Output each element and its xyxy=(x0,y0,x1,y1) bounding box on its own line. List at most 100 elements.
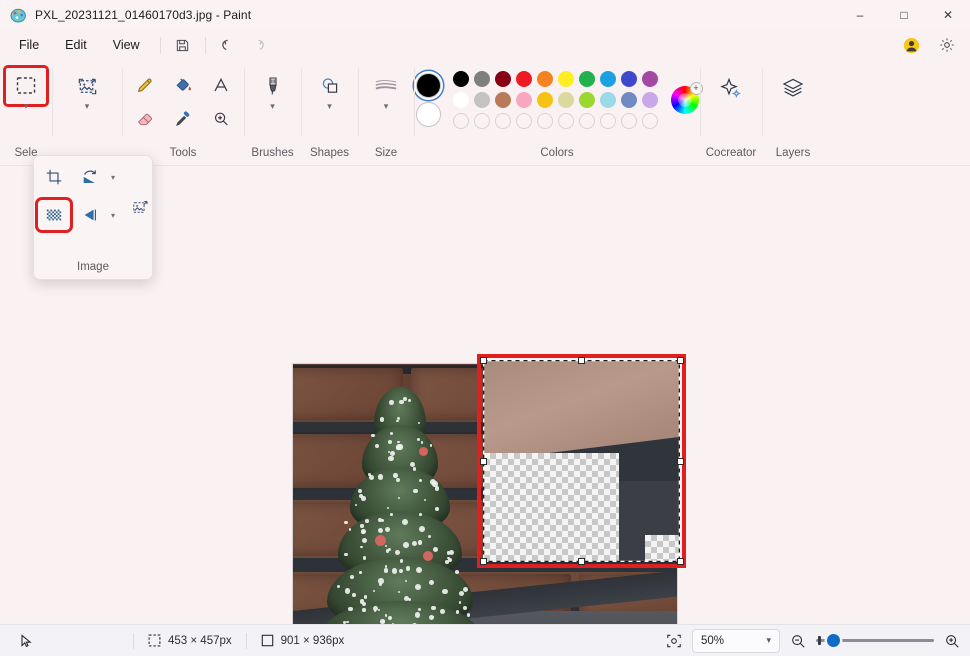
selection-handle-ne[interactable] xyxy=(677,357,684,364)
brushes-button[interactable]: ▾ xyxy=(253,68,293,111)
transparent-selection-icon[interactable] xyxy=(35,197,73,233)
color-swatch-r1-c4[interactable] xyxy=(516,70,532,87)
maximize-button[interactable]: □ xyxy=(882,0,926,30)
undo-icon[interactable] xyxy=(213,33,243,57)
color-swatch-r3-c7[interactable] xyxy=(579,112,595,129)
brush-icon[interactable] xyxy=(253,68,293,104)
zoom-slider[interactable] xyxy=(816,634,934,648)
color-swatch-r1-c2[interactable] xyxy=(474,70,490,87)
save-icon[interactable] xyxy=(168,33,198,57)
selection-handle-se[interactable] xyxy=(677,558,684,565)
snow-fleck xyxy=(418,526,425,533)
zoom-level-select[interactable]: 50% ▾ xyxy=(692,628,780,653)
zoom-controls: 50% ▾ xyxy=(666,628,960,653)
zoom-in-icon[interactable] xyxy=(944,633,960,649)
snow-fleck xyxy=(405,566,411,571)
fit-to-window-icon[interactable] xyxy=(666,633,682,649)
color-swatch-r1-c9[interactable] xyxy=(621,70,637,87)
color-swatch-r3-c10[interactable] xyxy=(642,112,658,129)
minimize-button[interactable]: – xyxy=(838,0,882,30)
selection-handle-sw[interactable] xyxy=(480,558,487,565)
color-swatch-r3-c8[interactable] xyxy=(600,112,616,129)
image-tool-button[interactable]: ▾ xyxy=(67,68,107,111)
colors-wrap: + xyxy=(406,68,709,131)
color-swatch-r3-c2[interactable] xyxy=(474,112,490,129)
size-lines-icon[interactable] xyxy=(366,68,406,104)
shapes-button[interactable]: ▾ xyxy=(310,68,350,111)
color-swatch-r1-c3[interactable] xyxy=(495,70,511,87)
image-chevron-down-icon[interactable]: ▾ xyxy=(85,102,90,111)
color-swatch-r2-c5[interactable] xyxy=(537,91,553,108)
zoom-chevron-down-icon[interactable]: ▾ xyxy=(766,635,771,646)
resize-icon[interactable] xyxy=(124,192,156,222)
selection-handle-n[interactable] xyxy=(578,357,585,364)
color-swatch-r2-c7[interactable] xyxy=(579,91,595,108)
rotate-icon[interactable] xyxy=(74,162,106,192)
snow-fleck xyxy=(386,506,389,509)
color-swatch-r2-c3[interactable] xyxy=(495,91,511,108)
color-swatch-r2-c10[interactable] xyxy=(642,91,658,108)
zoom-out-icon[interactable] xyxy=(790,633,806,649)
snow-fleck xyxy=(391,568,398,574)
secondary-color-swatch[interactable] xyxy=(415,101,441,127)
selection-handle-e[interactable] xyxy=(677,458,684,465)
settings-gear-icon[interactable] xyxy=(932,33,962,57)
color-swatch-r2-c8[interactable] xyxy=(600,91,616,108)
color-swatch-r1-c8[interactable] xyxy=(600,70,616,87)
crop-icon[interactable] xyxy=(38,162,70,192)
selection-handle-s[interactable] xyxy=(578,558,585,565)
color-swatch-r1-c1[interactable] xyxy=(453,70,469,87)
shapes-chevron-down-icon[interactable]: ▾ xyxy=(327,102,332,111)
color-swatch-r1-c6[interactable] xyxy=(558,70,574,87)
color-swatch-r3-c9[interactable] xyxy=(621,112,637,129)
menu-view[interactable]: View xyxy=(100,33,153,57)
brushes-chevron-down-icon[interactable]: ▾ xyxy=(270,102,275,111)
snow-fleck xyxy=(466,613,471,617)
zoom-slider-thumb[interactable] xyxy=(827,634,840,647)
color-swatch-r2-c1[interactable] xyxy=(453,91,469,108)
eyedropper-icon[interactable] xyxy=(164,102,202,136)
rotate-chevron-down-icon[interactable]: ▾ xyxy=(106,173,120,182)
colors-group-label: Colors xyxy=(540,147,574,159)
color-swatch-r3-c6[interactable] xyxy=(558,112,574,129)
sparkle-icon[interactable] xyxy=(711,70,751,106)
close-button[interactable]: ✕ xyxy=(926,0,970,30)
image-resize-icon[interactable] xyxy=(67,68,107,104)
edit-colors-wrap[interactable]: + xyxy=(670,81,703,114)
magnifier-icon[interactable] xyxy=(202,102,240,136)
color-swatch-r1-c7[interactable] xyxy=(579,70,595,87)
color-swatch-r3-c5[interactable] xyxy=(537,112,553,129)
color-swatch-r3-c3[interactable] xyxy=(495,112,511,129)
selection-handle-w[interactable] xyxy=(480,458,487,465)
color-swatch-r2-c2[interactable] xyxy=(474,91,490,108)
size-button[interactable]: ▾ xyxy=(366,68,406,111)
eraser-icon[interactable] xyxy=(126,102,164,136)
menu-edit[interactable]: Edit xyxy=(52,33,100,57)
snow-fleck xyxy=(455,570,459,574)
primary-color-swatch[interactable] xyxy=(415,72,441,98)
select-tool-button[interactable]: ▾ xyxy=(3,65,49,111)
pencil-icon[interactable] xyxy=(126,68,164,102)
layers-icon[interactable] xyxy=(773,70,813,106)
rectangular-selection-icon[interactable] xyxy=(3,65,49,107)
text-icon[interactable] xyxy=(202,68,240,102)
status-divider-1 xyxy=(133,632,134,649)
flip-chevron-down-icon[interactable]: ▾ xyxy=(106,211,120,220)
status-bar: 453 × 457px 901 × 936px 50% ▾ xyxy=(0,624,970,656)
shapes-icon[interactable] xyxy=(310,68,350,104)
color-swatch-r1-c5[interactable] xyxy=(537,70,553,87)
color-swatch-r1-c10[interactable] xyxy=(642,70,658,87)
flip-icon[interactable] xyxy=(74,200,106,230)
color-swatch-r3-c1[interactable] xyxy=(453,112,469,129)
size-chevron-down-icon[interactable]: ▾ xyxy=(384,102,389,111)
account-icon[interactable] xyxy=(896,33,926,57)
color-swatch-r2-c4[interactable] xyxy=(516,91,532,108)
selection-handle-nw[interactable] xyxy=(480,357,487,364)
menu-file[interactable]: File xyxy=(6,33,52,57)
color-swatch-r2-c9[interactable] xyxy=(621,91,637,108)
color-swatch-r3-c4[interactable] xyxy=(516,112,532,129)
select-chevron-down-icon[interactable]: ▾ xyxy=(24,102,29,111)
fill-bucket-icon[interactable] xyxy=(164,68,202,102)
snow-fleck xyxy=(359,571,362,574)
color-swatch-r2-c6[interactable] xyxy=(558,91,574,108)
